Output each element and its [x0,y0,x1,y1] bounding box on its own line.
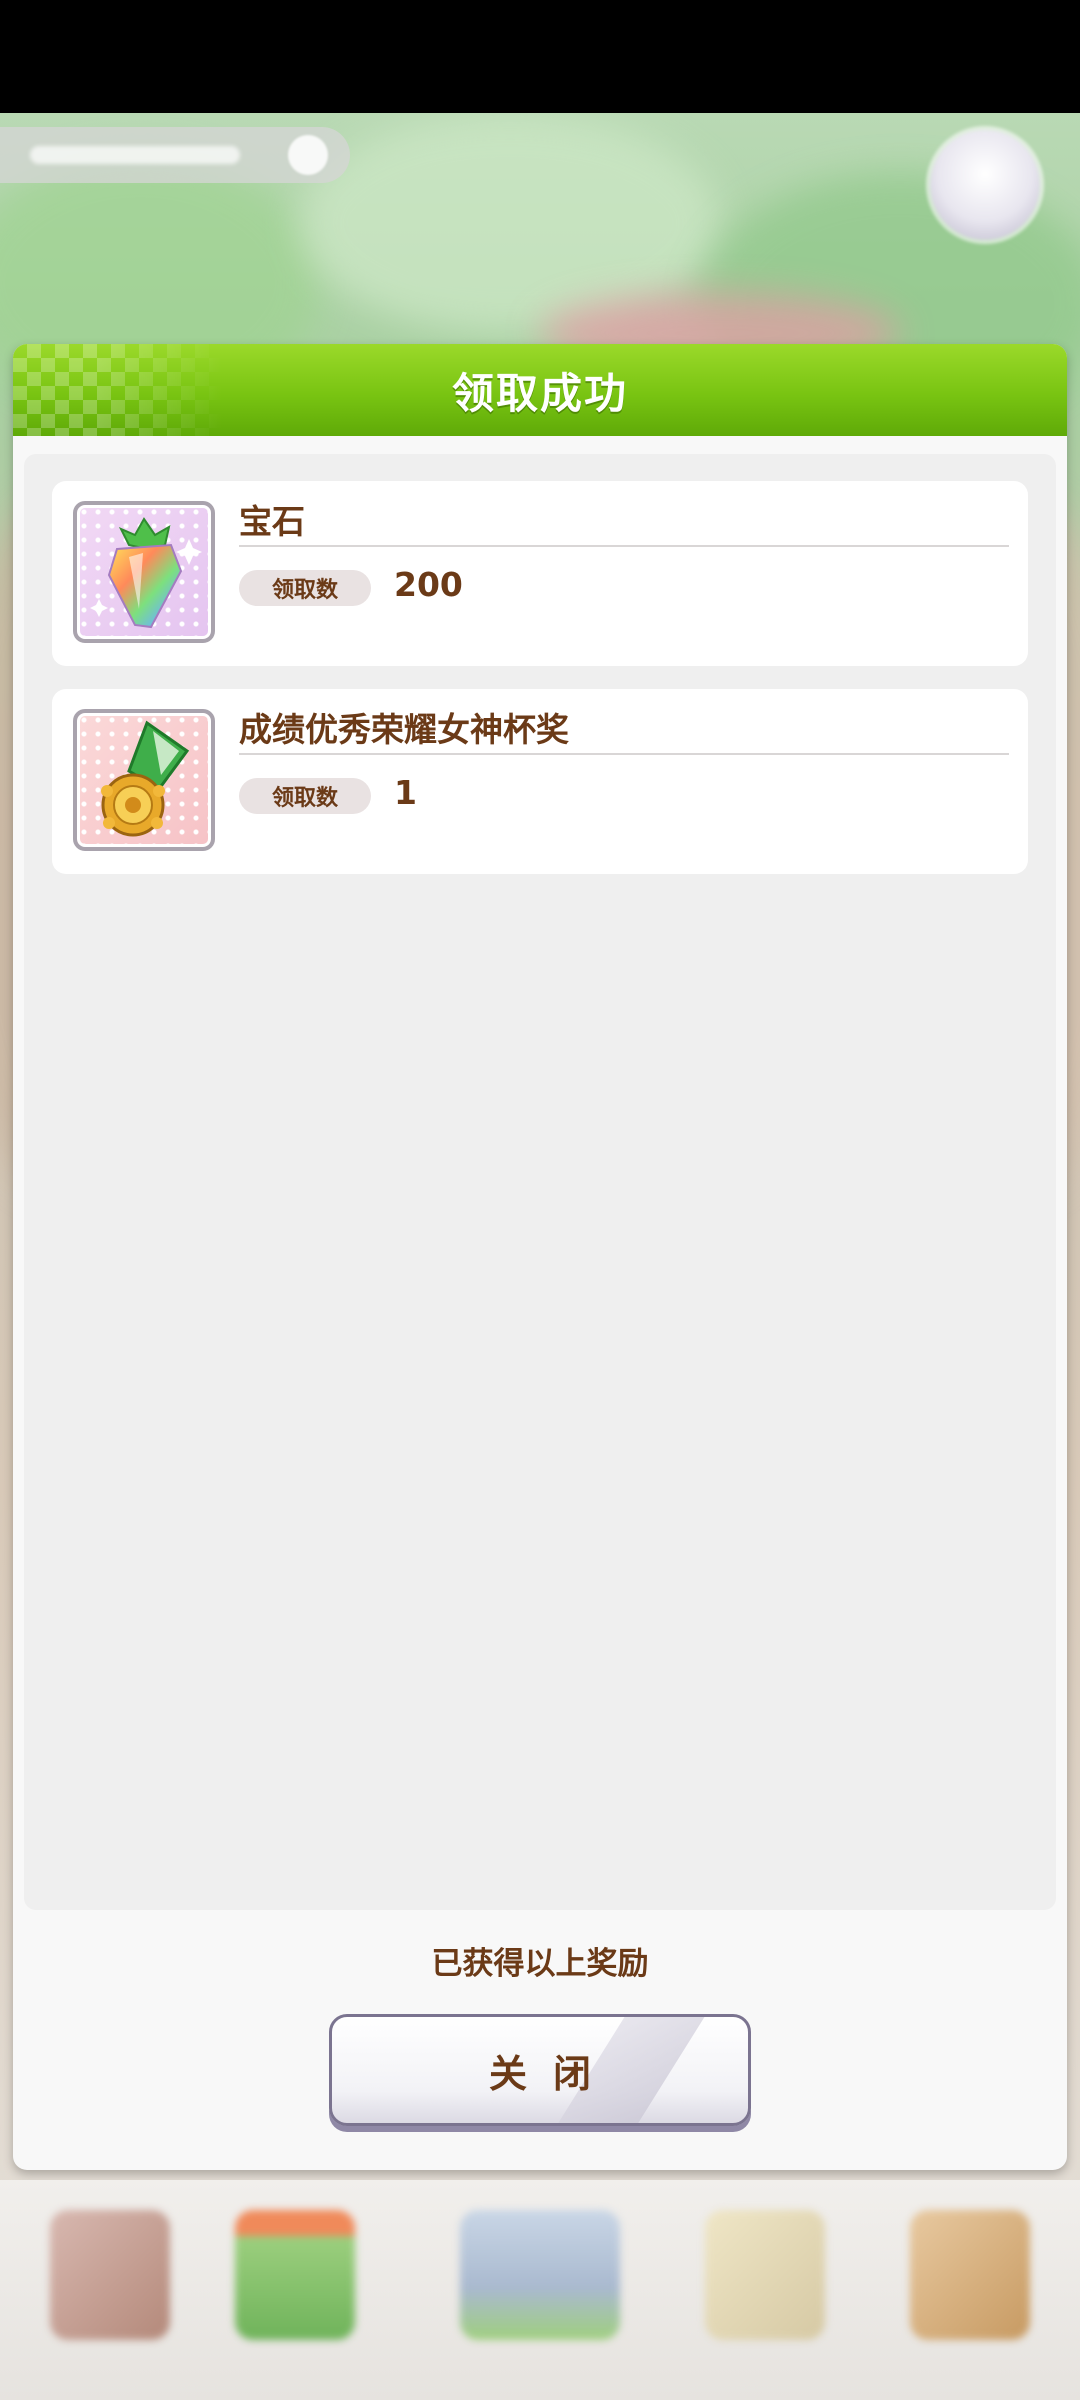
rainbow-gem-icon [73,501,215,643]
reward-item: 成绩优秀荣耀女神杯奖 领取数 1 [52,689,1028,874]
dialog-title: 领取成功 [451,368,628,418]
book-icon [235,2210,355,2340]
reward-name: 宝石 [239,502,305,541]
close-button[interactable]: 关闭 [329,2014,751,2126]
status-bar [0,0,1080,113]
home-building-icon [460,2210,620,2340]
info-badge-icon [288,135,328,175]
top-info-pill[interactable] [0,127,350,183]
nav-item[interactable] [25,2200,195,2390]
nav-item[interactable] [885,2200,1055,2390]
green-ribbon-medal-icon [73,709,215,851]
bottom-navigation-blurred [0,2180,1080,2400]
divider [239,545,1009,547]
nav-item-home[interactable] [440,2200,640,2390]
gacha-icon [705,2210,825,2340]
quantity-value: 1 [394,773,417,812]
nav-item[interactable] [210,2200,380,2390]
close-button-label: 关闭 [488,2051,617,2096]
divider [239,753,1009,755]
reward-list[interactable]: 宝石 领取数 200 成绩优秀荣耀女神杯奖 领取数 1 [24,454,1056,1910]
shop-icon [910,2210,1030,2340]
reward-item: 宝石 领取数 200 [52,481,1028,666]
header-checker-decoration [13,344,223,436]
nav-item[interactable] [680,2200,850,2390]
dialog-header: 领取成功 [13,344,1067,436]
quantity-label: 领取数 [239,570,371,606]
trainer-avatar[interactable] [930,130,1040,240]
quantity-label: 领取数 [239,778,371,814]
rewards-received-message: 已获得以上奖励 [431,1946,649,1982]
character-icon [50,2210,170,2340]
reward-dialog: 领取成功 宝石 领取数 200 成绩优秀荣耀女神杯奖 领取数 1 已获得以上奖励… [13,344,1067,2170]
quantity-value: 200 [394,565,463,604]
reward-name: 成绩优秀荣耀女神杯奖 [239,710,569,749]
top-info-text-blurred [30,146,240,164]
